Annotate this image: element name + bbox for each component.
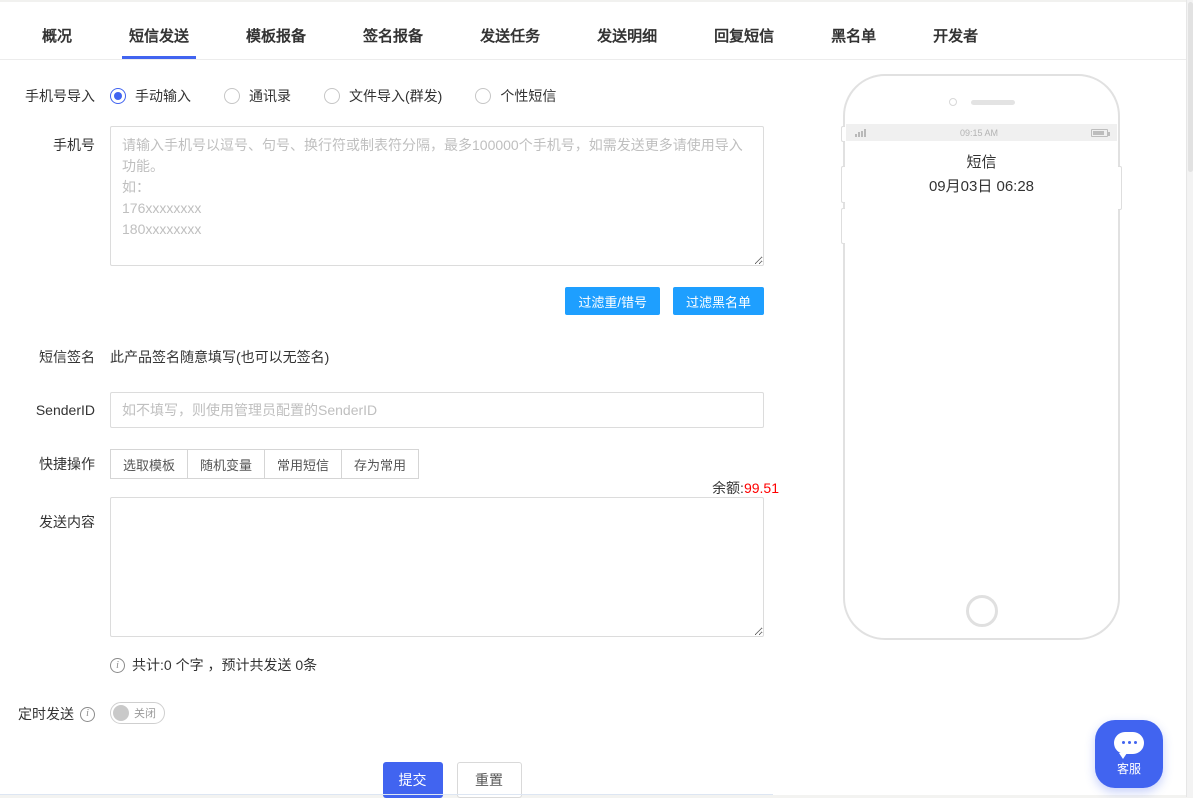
common-sms-button[interactable]: 常用短信 [264, 449, 342, 479]
tab-template-filing[interactable]: 模板报备 [246, 2, 306, 59]
select-template-button[interactable]: 选取模板 [110, 449, 188, 479]
scrollbar-thumb[interactable] [1188, 2, 1193, 172]
info-icon: i [110, 658, 125, 673]
char-count-text: 共计:0 个字 ，预计共发送 0条 [132, 655, 317, 675]
status-bar-time: 09:15 AM [960, 128, 998, 138]
schedule-label-wrap: 定时发送 i [0, 704, 110, 724]
camera-dot-icon [949, 98, 957, 106]
info-icon: i [80, 707, 95, 722]
tab-send-details[interactable]: 发送明细 [597, 2, 657, 59]
import-mode-radio-group: 手动输入 通讯录 文件导入(群发) 个性短信 [110, 86, 764, 106]
speaker-bar-icon [971, 100, 1015, 105]
radio-unselected-icon [224, 88, 240, 104]
tab-overview[interactable]: 概况 [42, 2, 72, 59]
page-scrollbar[interactable] [1186, 0, 1193, 797]
phone-numbers-textarea[interactable] [110, 126, 764, 266]
phone-numbers-label: 手机号 [0, 126, 110, 271]
radio-contacts[interactable]: 通讯录 [224, 86, 291, 106]
phone-earpiece [845, 98, 1118, 106]
reset-button[interactable]: 重置 [457, 762, 522, 798]
radio-selected-icon [110, 88, 126, 104]
toggle-knob-icon [113, 705, 129, 721]
filter-duplicates-button[interactable]: 过滤重/错号 [565, 287, 660, 315]
phone-preview-mockup: 09:15 AM 短信 09月03日 06:28 [843, 74, 1120, 640]
filter-blacklist-button[interactable]: 过滤黑名单 [673, 287, 764, 315]
radio-unselected-icon [324, 88, 340, 104]
schedule-label: 定时发送 [18, 704, 74, 724]
random-variable-button[interactable]: 随机变量 [187, 449, 265, 479]
phone-power-button [1118, 166, 1122, 210]
balance-indicator: 余额:99.51 [712, 479, 780, 497]
balance-value: 99.51 [744, 480, 779, 496]
top-tab-bar: 概况 短信发送 模板报备 签名报备 发送任务 发送明细 回复短信 黑名单 开发者 [0, 2, 1186, 60]
sms-app-title: 短信 [845, 151, 1118, 172]
phone-mute-switch [841, 126, 845, 142]
quick-actions-label: 快捷操作 [0, 454, 110, 474]
battery-icon [1091, 129, 1108, 137]
senderid-input[interactable] [110, 392, 764, 428]
tab-developer[interactable]: 开发者 [933, 2, 978, 59]
tab-reply-sms[interactable]: 回复短信 [714, 2, 774, 59]
quick-actions-group: 选取模板 随机变量 常用短信 存为常用 [110, 449, 764, 479]
customer-support-button[interactable]: 客服 [1095, 720, 1163, 788]
content-label: 发送内容 [0, 497, 110, 642]
balance-label: 余额: [712, 480, 744, 496]
radio-file-import[interactable]: 文件导入(群发) [324, 86, 442, 106]
sms-preview-datetime: 09月03日 06:28 [845, 175, 1118, 196]
chat-bubble-icon [1114, 732, 1144, 754]
radio-unselected-icon [475, 88, 491, 104]
home-button-icon [966, 595, 998, 627]
phone-status-bar: 09:15 AM [846, 124, 1117, 141]
save-as-common-button[interactable]: 存为常用 [341, 449, 419, 479]
signal-bars-icon [855, 129, 867, 137]
sms-console-panel: 概况 短信发送 模板报备 签名报备 发送任务 发送明细 回复短信 黑名单 开发者… [0, 0, 1186, 795]
senderid-label: SenderID [0, 400, 110, 420]
submit-button[interactable]: 提交 [383, 762, 443, 798]
signature-note: 此产品签名随意填写(也可以无签名) [110, 347, 764, 367]
support-label: 客服 [1117, 760, 1141, 777]
schedule-toggle[interactable]: 关闭 [110, 702, 165, 724]
tab-send-tasks[interactable]: 发送任务 [480, 2, 540, 59]
tab-sms-send[interactable]: 短信发送 [129, 2, 189, 59]
char-count-line: i 共计:0 个字 ，预计共发送 0条 [110, 655, 764, 675]
toggle-state-text: 关闭 [134, 705, 156, 721]
phone-volume-down-button [841, 208, 845, 244]
radio-manual-input[interactable]: 手动输入 [110, 86, 191, 106]
radio-personalized-sms[interactable]: 个性短信 [475, 86, 556, 106]
tab-blacklist[interactable]: 黑名单 [831, 2, 876, 59]
sms-content-textarea[interactable] [110, 497, 764, 637]
import-mode-label: 手机号导入 [0, 86, 110, 106]
signature-label: 短信签名 [0, 347, 110, 367]
sms-send-form: 手机号导入 手动输入 通讯录 文件导入(群发) 个性短信 [0, 86, 800, 798]
tab-signature-filing[interactable]: 签名报备 [363, 2, 423, 59]
